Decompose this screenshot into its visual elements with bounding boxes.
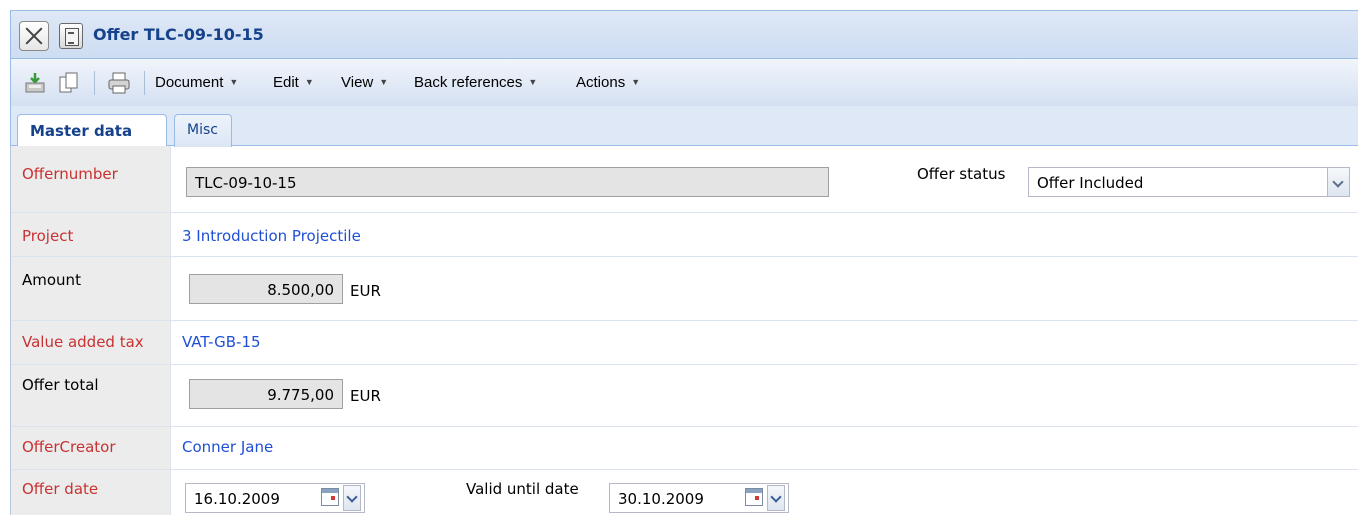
menu-actions-label: Actions: [576, 74, 626, 91]
menu-edit-label: Edit: [273, 74, 299, 91]
offer-date-label: Offer date: [22, 480, 99, 498]
chevron-down-icon[interactable]: [343, 485, 361, 511]
row-offernumber: Offernumber TLC-09-10-15 Offer status Of…: [11, 146, 1358, 213]
chevron-down-icon: ▼: [229, 77, 239, 87]
vat-link[interactable]: VAT-GB-15: [182, 333, 261, 351]
tab-master-data[interactable]: Master data: [17, 114, 167, 148]
toolbar-separator: [144, 71, 145, 95]
row-project: Project 3 Introduction Projectile: [11, 213, 1358, 257]
print-icon[interactable]: [107, 71, 131, 95]
window-titlebar: Offer TLC-09-10-15: [10, 10, 1358, 58]
vat-label: Value added tax: [22, 333, 144, 351]
chevron-down-icon: ▼: [631, 77, 641, 87]
valid-until-label: Valid until date: [466, 480, 579, 498]
tab-misc[interactable]: Misc: [174, 114, 232, 147]
chevron-down-icon: ▼: [304, 77, 314, 87]
offer-creator-link[interactable]: Conner Jane: [182, 438, 273, 456]
menu-document[interactable]: Document ▼: [155, 74, 238, 91]
label-column: [11, 365, 171, 426]
menu-back-references-label: Back references: [414, 74, 523, 91]
copy-icon[interactable]: [57, 71, 81, 95]
amount-field[interactable]: 8.500,00: [189, 274, 343, 304]
amount-currency: EUR: [350, 282, 381, 300]
tab-strip: Master data Misc: [10, 106, 1358, 148]
row-offer-creator: OfferCreator Conner Jane: [11, 427, 1358, 470]
offer-total-currency: EUR: [350, 387, 381, 405]
offer-creator-label: OfferCreator: [22, 438, 116, 456]
valid-until-value: 30.10.2009: [618, 490, 704, 508]
calendar-icon[interactable]: [321, 488, 339, 506]
row-amount: Amount 8.500,00 EUR: [11, 257, 1358, 321]
offer-total-label: Offer total: [22, 376, 99, 394]
project-label: Project: [22, 227, 74, 245]
close-icon[interactable]: [19, 21, 49, 51]
calendar-icon[interactable]: [745, 488, 763, 506]
offernumber-field[interactable]: TLC-09-10-15: [186, 167, 829, 197]
chevron-down-icon: ▼: [528, 77, 538, 87]
save-icon[interactable]: [23, 71, 47, 95]
offer-total-field[interactable]: 9.775,00: [189, 379, 343, 409]
offernumber-label: Offernumber: [22, 165, 118, 183]
offer-date-value: 16.10.2009: [194, 490, 280, 508]
menu-back-references[interactable]: Back references ▼: [414, 74, 537, 91]
document-icon: [59, 23, 83, 49]
menu-document-label: Document: [155, 74, 224, 91]
menu-view-label: View: [341, 74, 374, 91]
row-vat: Value added tax VAT-GB-15: [11, 321, 1358, 365]
menu-actions[interactable]: Actions ▼: [576, 74, 640, 91]
offer-status-label: Offer status: [917, 165, 1006, 183]
chevron-down-icon: ▼: [379, 77, 389, 87]
offer-status-select[interactable]: Offer Included: [1028, 167, 1350, 197]
row-offer-date: Offer date 16.10.2009 Valid until date 3…: [11, 470, 1358, 515]
toolbar-separator: [94, 71, 95, 95]
chevron-down-icon[interactable]: [1327, 168, 1349, 196]
master-data-form: Offernumber TLC-09-10-15 Offer status Of…: [10, 146, 1358, 515]
menu-edit[interactable]: Edit ▼: [273, 74, 314, 91]
toolbar: Document ▼ Edit ▼ View ▼ Back references ▼ A…: [10, 58, 1358, 106]
chevron-down-icon[interactable]: [767, 485, 785, 511]
row-offer-total: Offer total 9.775,00 EUR: [11, 365, 1358, 427]
window-title: Offer TLC-09-10-15: [93, 25, 264, 44]
menu-view[interactable]: View ▼: [341, 74, 388, 91]
project-link[interactable]: 3 Introduction Projectile: [182, 227, 361, 245]
amount-label: Amount: [22, 271, 81, 289]
offer-status-value: Offer Included: [1037, 174, 1144, 192]
